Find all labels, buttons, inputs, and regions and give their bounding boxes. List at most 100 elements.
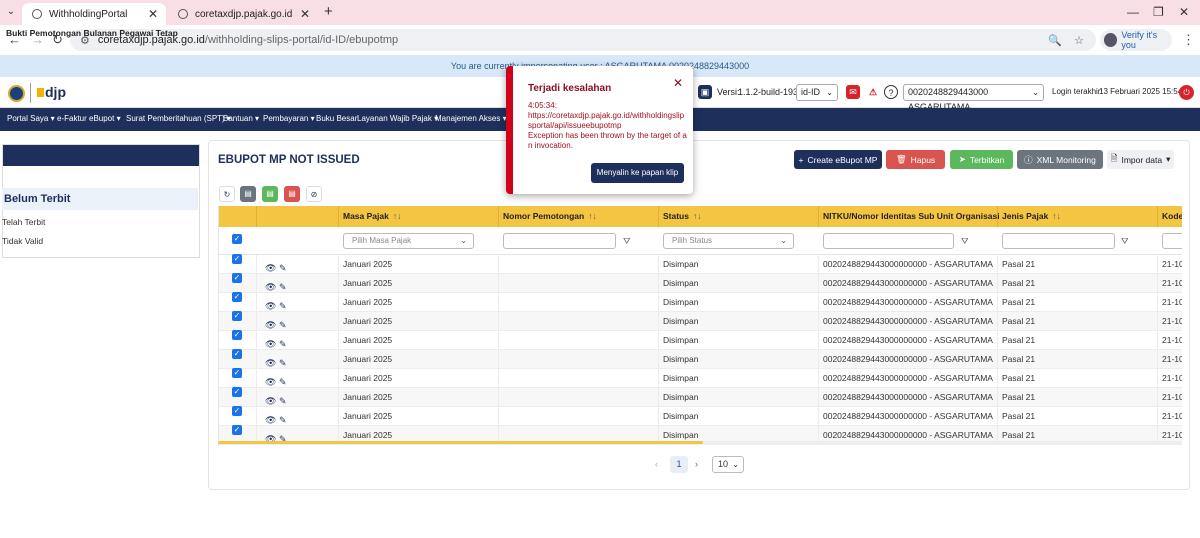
table-row[interactable]: ✓ 👁 ✎ Januari 2025 Disimpan 00202488294430000… <box>219 311 1182 331</box>
sort-icon[interactable]: ↑↓ <box>693 211 702 221</box>
xml-monitoring-button[interactable]: ⓘ XML Monitoring <box>1017 150 1103 169</box>
page-size-select[interactable]: 10 ⌄ <box>712 456 744 473</box>
copy-to-clipboard-button[interactable]: Menyalin ke papan klip <box>591 163 684 183</box>
issue-button[interactable]: ➤ Terbitkan <box>950 150 1013 169</box>
tab-search-icon[interactable]: ⌄ <box>3 4 19 20</box>
alert-icon[interactable]: ⚠ <box>866 85 880 99</box>
filter-funnel-icon[interactable]: ⛛ <box>623 236 631 247</box>
cell-nitku: 0020248829443000000000 - ASGARUTAMA <box>819 312 998 331</box>
table-row[interactable]: ✓ 👁 ✎ Januari 2025 Disimpan 00202488294430000… <box>219 368 1182 388</box>
maximize-icon[interactable]: ❐ <box>1153 5 1164 19</box>
row-checkbox[interactable]: ✓ <box>232 273 242 283</box>
nav-spt[interactable]: Surat Pemberitahuan (SPT) ▾ <box>126 114 231 123</box>
filter-funnel-icon[interactable]: ⛛ <box>1121 236 1129 247</box>
header-kode[interactable]: Kode <box>1158 206 1182 227</box>
clear-filter-icon[interactable]: ⊘ <box>306 186 322 202</box>
export-file-icon[interactable]: ▤ <box>240 186 256 202</box>
kode-filter[interactable] <box>1162 233 1182 249</box>
sort-icon[interactable]: ↑↓ <box>393 211 402 221</box>
cell-status: Disimpan <box>659 331 819 350</box>
cell-nomor-pemotongan <box>499 293 659 312</box>
bookmark-star-icon[interactable]: ☆ <box>1074 34 1084 47</box>
sidebar-header <box>3 145 199 166</box>
row-checkbox[interactable]: ✓ <box>232 330 242 340</box>
status-filter[interactable]: Pilih Status ⌄ <box>663 233 794 249</box>
export-pdf-icon[interactable]: ▤ <box>284 186 300 202</box>
taxpayer-select[interactable]: 0020248829443000 ASGARUTAMA ⌄ <box>903 84 1044 112</box>
header-select <box>219 206 257 227</box>
delete-button[interactable]: 🗑 Hapus <box>886 150 945 169</box>
horizontal-scrollbar-thumb[interactable] <box>218 441 703 444</box>
locale-select[interactable]: id-ID ⌄ <box>796 84 838 101</box>
nav-manajemen-akses[interactable]: Manajemen Akses ▾ <box>435 114 507 123</box>
create-ebupot-button[interactable]: + Create eBupot MP <box>794 150 882 169</box>
kebab-menu-icon[interactable]: ⋮ <box>1182 32 1195 48</box>
browser-tab-bar: ⌄ WithholdingPortal ✕ coretaxdjp.pajak.g… <box>0 0 1200 25</box>
pager-prev-icon[interactable]: ‹ <box>655 459 658 469</box>
row-checkbox[interactable]: ✓ <box>232 387 242 397</box>
nav-pembayaran[interactable]: Pembayaran ▾ <box>263 114 315 123</box>
logout-icon[interactable]: ⏻ <box>1179 85 1194 100</box>
sort-icon[interactable]: ↑↓ <box>588 211 597 221</box>
row-checkbox[interactable]: ✓ <box>232 368 242 378</box>
nav-bantuan[interactable]: Bantuan ▾ <box>223 114 259 123</box>
nav-ebupot[interactable]: eBupot ▾ <box>89 114 121 123</box>
nitku-filter[interactable] <box>823 233 954 249</box>
document-icon[interactable]: ▣ <box>698 85 712 99</box>
row-checkbox[interactable]: ✓ <box>232 311 242 321</box>
header-nomor-pemotongan[interactable]: Nomor Pemotongan ↑↓ <box>499 206 659 227</box>
nav-layanan-wajib-pajak[interactable]: Layanan Wajib Pajak ▾ <box>357 114 438 123</box>
row-checkbox[interactable]: ✓ <box>232 254 242 264</box>
table-row[interactable]: ✓ 👁 ✎ Januari 2025 Disimpan 00202488294430000… <box>219 254 1182 274</box>
browser-tab-active[interactable]: WithholdingPortal ✕ <box>22 3 166 25</box>
close-tab-icon[interactable]: ✕ <box>300 7 310 21</box>
send-icon: ➤ <box>958 154 966 164</box>
cell-masa-pajak: Januari 2025 <box>339 407 499 426</box>
masa-pajak-filter[interactable]: Pilih Masa Pajak ⌄ <box>343 233 474 249</box>
notification-icon[interactable]: ✉ <box>846 85 860 99</box>
table-row[interactable]: ✓ 👁 ✎ Januari 2025 Disimpan 00202488294430000… <box>219 349 1182 369</box>
logo-divider <box>30 83 31 103</box>
table-row[interactable]: ✓ 👁 ✎ Januari 2025 Disimpan 00202488294430000… <box>219 292 1182 312</box>
pager-next-icon[interactable]: › <box>695 459 698 469</box>
sort-icon[interactable]: ↑↓ <box>1052 211 1061 221</box>
new-tab-icon[interactable]: + <box>324 3 333 20</box>
close-window-icon[interactable]: ✕ <box>1179 5 1189 19</box>
import-data-button[interactable]: 🗎 Impor data ▾ <box>1107 150 1174 169</box>
row-checkbox[interactable]: ✓ <box>232 292 242 302</box>
nav-efaktur[interactable]: e-Faktur <box>57 114 87 123</box>
row-checkbox[interactable]: ✓ <box>232 406 242 416</box>
djp-logo[interactable]: djp <box>37 84 66 100</box>
nomor-pemotongan-filter[interactable] <box>503 233 616 249</box>
cell-masa-pajak: Januari 2025 <box>339 312 499 331</box>
url-bar[interactable]: ⚙ coretaxdjp.pajak.go.id/withholding-sli… <box>70 29 1096 51</box>
zoom-icon[interactable]: 🔍 <box>1048 34 1062 47</box>
table-row[interactable]: ✓ 👁 ✎ Januari 2025 Disimpan 00202488294430000… <box>219 387 1182 407</box>
jenis-pajak-filter[interactable] <box>1002 233 1115 249</box>
select-all-checkbox[interactable]: ✓ <box>232 234 242 244</box>
browser-tab[interactable]: coretaxdjp.pajak.go.id ✕ <box>168 3 318 25</box>
header-nitku[interactable]: NITKU/Nomor Identitas Sub Unit Organisas… <box>819 206 1012 227</box>
row-checkbox[interactable]: ✓ <box>232 349 242 359</box>
table-row[interactable]: ✓ 👁 ✎ Januari 2025 Disimpan 00202488294430000… <box>219 273 1182 293</box>
nav-buku-besar[interactable]: Buku Besar <box>316 114 357 123</box>
minimize-icon[interactable]: — <box>1127 5 1139 19</box>
nav-portal-saya[interactable]: Portal Saya ▾ <box>7 114 55 123</box>
sidebar-item-tidak-valid[interactable]: Tidak Valid <box>2 236 43 246</box>
verify-profile-button[interactable]: Verify it's you <box>1100 29 1172 51</box>
header-jenis-pajak[interactable]: Jenis Pajak ↑↓ <box>998 206 1158 227</box>
export-excel-icon[interactable]: ▤ <box>262 186 278 202</box>
table-row[interactable]: ✓ 👁 ✎ Januari 2025 Disimpan 00202488294430000… <box>219 330 1182 350</box>
close-icon[interactable]: ✕ <box>673 76 683 90</box>
close-tab-icon[interactable]: ✕ <box>148 7 158 21</box>
table-row[interactable]: ✓ 👁 ✎ Januari 2025 Disimpan 00202488294430000… <box>219 406 1182 426</box>
pager-page-button[interactable]: 1 <box>670 456 688 473</box>
sidebar-item-telah-terbit[interactable]: Telah Terbit <box>2 217 45 227</box>
filter-funnel-icon[interactable]: ⛛ <box>961 236 969 247</box>
refresh-icon[interactable]: ↻ <box>219 186 235 202</box>
row-checkbox[interactable]: ✓ <box>232 425 242 435</box>
help-icon[interactable]: ? <box>884 85 898 99</box>
header-masa-pajak[interactable]: Masa Pajak ↑↓ <box>339 206 499 227</box>
header-status[interactable]: Status ↑↓ <box>659 206 819 227</box>
sidebar-item-belum-terbit[interactable]: Belum Terbit <box>2 188 198 210</box>
